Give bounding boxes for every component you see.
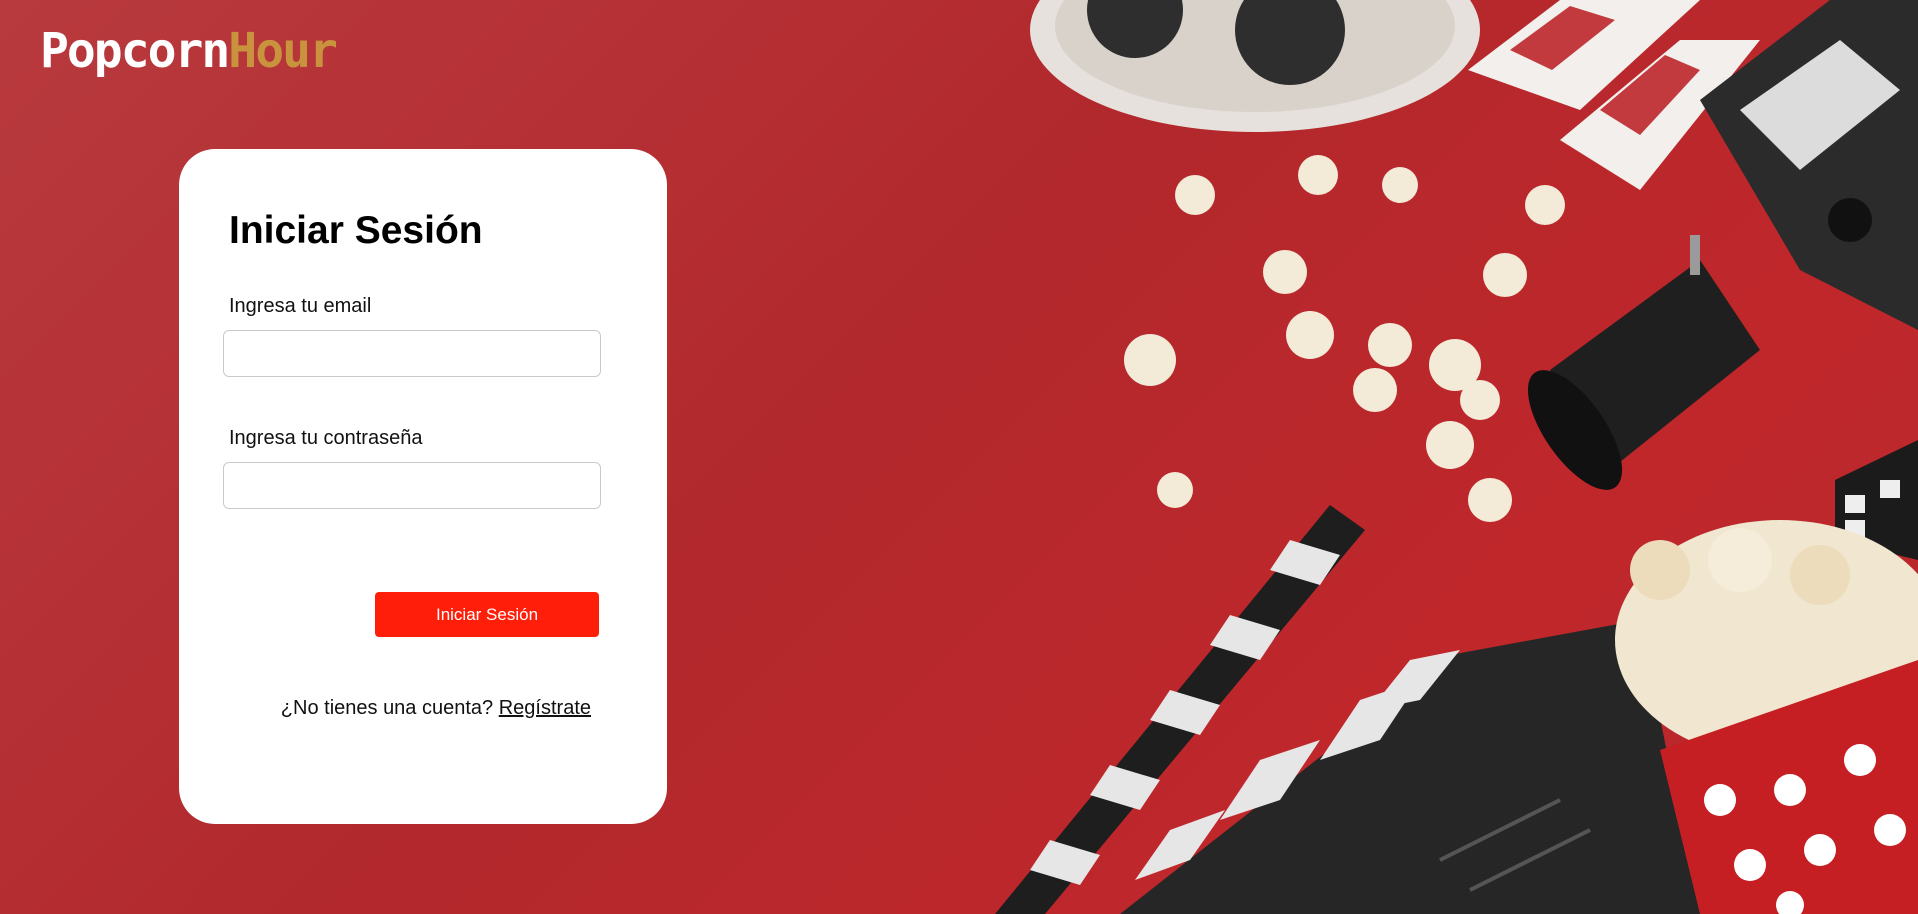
brand-name-part2: Hour bbox=[228, 23, 338, 79]
login-submit-button[interactable]: Iniciar Sesión bbox=[375, 592, 599, 637]
register-prompt: ¿No tienes una cuenta? Regístrate bbox=[281, 697, 591, 720]
login-title: Iniciar Sesión bbox=[229, 209, 483, 252]
password-field[interactable] bbox=[223, 462, 601, 509]
popcorn-icon bbox=[1124, 155, 1565, 522]
register-link[interactable]: Regístrate bbox=[499, 697, 591, 719]
film-reel-icon bbox=[1030, 0, 1480, 132]
no-account-text: ¿No tienes una cuenta? bbox=[280, 697, 494, 719]
email-label: Ingresa tu email bbox=[229, 295, 372, 317]
login-card: Iniciar Sesión Ingresa tu email Ingresa … bbox=[179, 149, 667, 824]
email-field[interactable] bbox=[223, 330, 601, 377]
clapperboard-icon bbox=[995, 505, 1700, 914]
login-page: PopcornHour Iniciar Sesión Ingresa tu em… bbox=[0, 0, 1918, 914]
brand-logo[interactable]: PopcornHour bbox=[40, 22, 338, 80]
password-label: Ingresa tu contraseña bbox=[229, 427, 423, 449]
brand-name-part1: Popcorn bbox=[40, 23, 230, 79]
